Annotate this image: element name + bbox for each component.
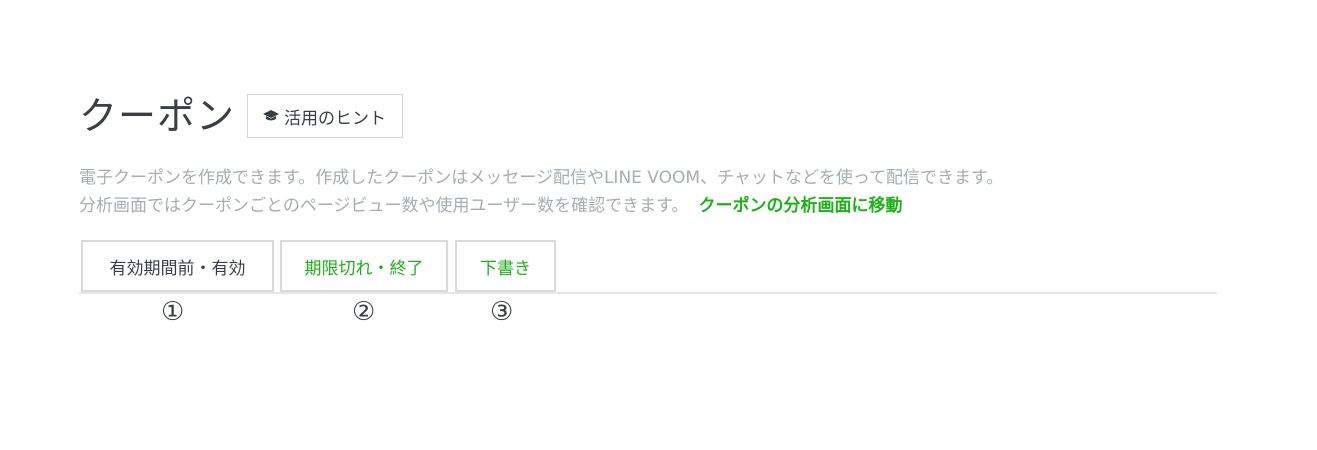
graduation-cap-icon [262, 109, 280, 123]
annotation-marker-2: ② [352, 297, 376, 327]
page-header: クーポン 活用のヒント [79, 94, 404, 138]
page-description: 電子クーポンを作成できます。作成したクーポンはメッセージ配信やLINE VOOM… [79, 164, 1003, 220]
coupon-status-tabs: 有効期間前・有効 期限切れ・終了 下書き [79, 240, 1217, 294]
annotation-marker-1: ① [161, 297, 185, 327]
description-line-1: 電子クーポンを作成できます。作成したクーポンはメッセージ配信やLINE VOOM… [79, 168, 1004, 188]
tab-active-coupons[interactable]: 有効期間前・有効 [81, 240, 274, 292]
tab-draft-coupons[interactable]: 下書き [455, 240, 556, 292]
hint-button-label: 活用のヒント [284, 108, 387, 129]
description-line-2-text: 分析画面ではクーポンごとのページビュー数や使用ユーザー数を確認できます。 [79, 196, 689, 216]
annotation-marker-3: ③ [490, 297, 514, 327]
hint-button[interactable]: 活用のヒント [247, 94, 404, 138]
page-title: クーポン [79, 94, 236, 138]
coupon-analysis-link[interactable]: クーポンの分析画面に移動 [698, 196, 902, 216]
tab-expired-coupons[interactable]: 期限切れ・終了 [280, 240, 448, 292]
coupon-page: クーポン 活用のヒント 電子クーポンを作成できます。作成したクーポンはメッセージ… [0, 0, 1317, 450]
description-line-2: 分析画面ではクーポンごとのページビュー数や使用ユーザー数を確認できます。 クーポン… [79, 192, 1003, 220]
